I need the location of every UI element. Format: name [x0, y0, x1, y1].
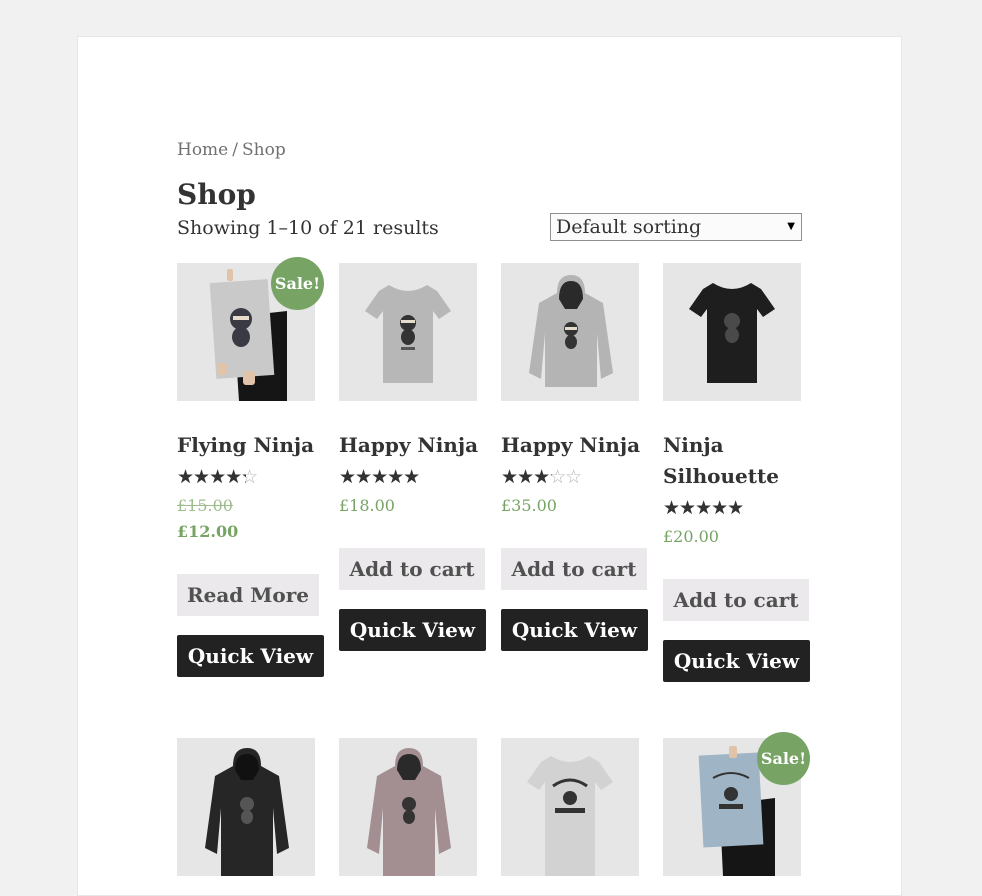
- product-price: £35.00: [501, 496, 557, 515]
- product-image-link[interactable]: [501, 738, 639, 876]
- result-count: Showing 1–10 of 21 results: [177, 217, 439, 239]
- product-card: [177, 738, 327, 876]
- sorting-select[interactable]: Default sorting ▼: [550, 213, 802, 241]
- black-hoodie-image: [177, 738, 315, 876]
- star-filled-icon: ★★★★★: [177, 467, 246, 487]
- quick-view-button[interactable]: Quick View: [339, 609, 486, 651]
- product-image-link[interactable]: [177, 738, 315, 876]
- quick-view-button[interactable]: Quick View: [177, 635, 324, 677]
- star-rating: ☆☆☆☆☆ ★★★★★: [663, 498, 753, 518]
- product-price-sale: £12.00: [177, 522, 239, 541]
- product-image-link[interactable]: [663, 263, 801, 401]
- sale-badge: Sale!: [271, 257, 324, 310]
- star-rating: ☆☆☆☆☆ ★★★★★: [177, 467, 267, 487]
- star-rating: ☆☆☆☆☆ ★★★★★: [339, 467, 429, 487]
- product-card: Happy Ninja ☆☆☆☆☆ ★★★★★ £18.00 Add to ca…: [339, 263, 489, 651]
- breadcrumb-separator: /: [232, 140, 238, 160]
- sorting-selected-value: Default sorting: [556, 216, 702, 238]
- product-price-original: £15.00: [177, 496, 233, 515]
- breadcrumb: Home / Shop: [177, 140, 286, 160]
- read-more-button[interactable]: Read More: [177, 574, 319, 616]
- page-title: Shop: [177, 178, 256, 211]
- product-image-link[interactable]: [339, 263, 477, 401]
- product-card: Sale!: [663, 732, 813, 876]
- product-image-link[interactable]: [501, 263, 639, 401]
- page-container: Home / Shop Shop Showing 1–10 of 21 result…: [77, 36, 902, 896]
- product-title[interactable]: Happy Ninja: [501, 430, 651, 461]
- breadcrumb-home-link[interactable]: Home: [177, 140, 228, 160]
- product-title[interactable]: Ninja Silhouette: [663, 430, 813, 492]
- chevron-down-icon: ▼: [787, 221, 795, 232]
- quick-view-button[interactable]: Quick View: [501, 609, 648, 651]
- product-price: £18.00: [339, 496, 395, 515]
- white-tshirt-image: [501, 738, 639, 876]
- product-card: [501, 738, 651, 876]
- product-image-link[interactable]: [339, 738, 477, 876]
- product-card: Happy Ninja ☆☆☆☆☆ ★★★★★ £35.00 Add to ca…: [501, 263, 651, 651]
- add-to-cart-button[interactable]: Add to cart: [339, 548, 485, 590]
- grey-tshirt-image: [339, 263, 477, 401]
- product-card: [339, 738, 489, 876]
- star-filled-icon: ★★★★★: [339, 467, 420, 487]
- quick-view-button[interactable]: Quick View: [663, 640, 810, 682]
- sale-badge: Sale!: [757, 732, 810, 785]
- product-card: Ninja Silhouette ☆☆☆☆☆ ★★★★★ £20.00 Add …: [663, 263, 813, 682]
- add-to-cart-button[interactable]: Add to cart: [501, 548, 647, 590]
- product-title[interactable]: Flying Ninja: [177, 430, 327, 461]
- add-to-cart-button[interactable]: Add to cart: [663, 579, 809, 621]
- black-tshirt-image: [663, 263, 801, 401]
- star-filled-icon: ★★★★★: [501, 467, 552, 487]
- pink-hoodie-image: [339, 738, 477, 876]
- breadcrumb-current: Shop: [241, 140, 286, 160]
- star-rating: ☆☆☆☆☆ ★★★★★: [501, 467, 591, 487]
- product-price: £20.00: [663, 527, 719, 546]
- grey-hoodie-image: [501, 263, 639, 401]
- product-title[interactable]: Happy Ninja: [339, 430, 489, 461]
- product-card: Sale! Flying Ninja ☆☆☆☆☆ ★★★★★ £15.00 £1…: [177, 257, 327, 677]
- star-filled-icon: ★★★★★: [663, 498, 744, 518]
